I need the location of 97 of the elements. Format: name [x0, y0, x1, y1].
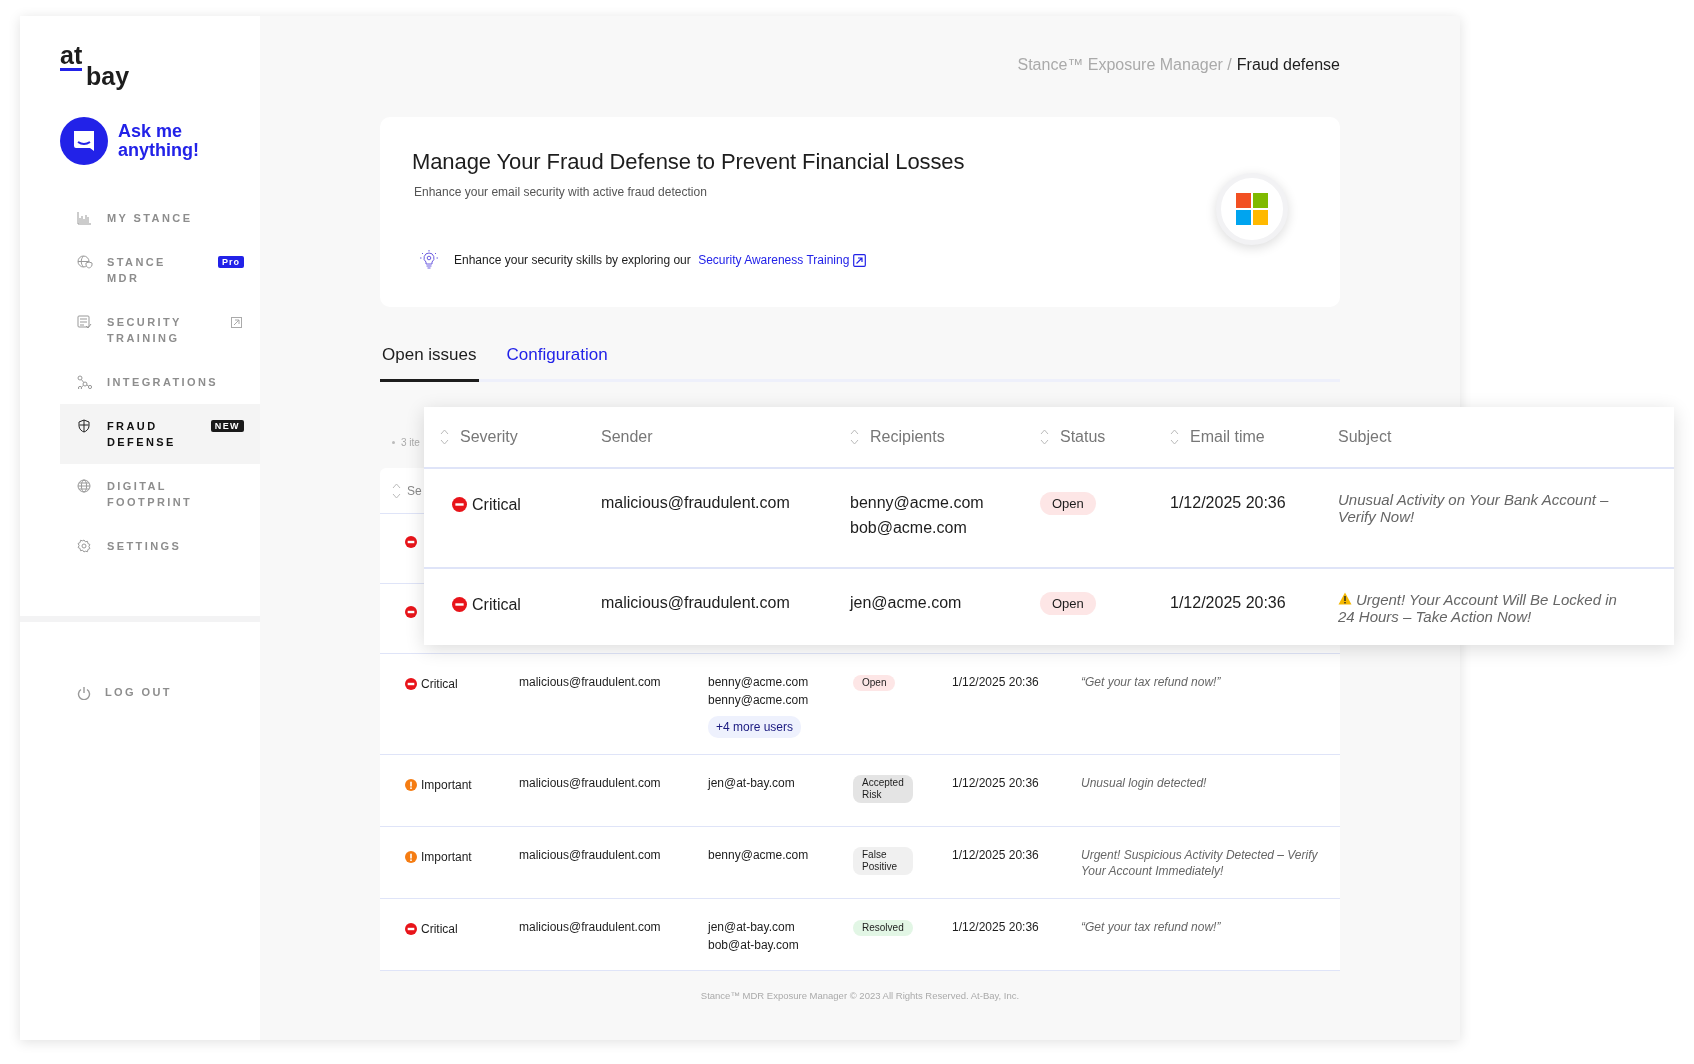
nodes-icon: [77, 375, 93, 389]
globe-icon: [77, 255, 93, 269]
sidebar-item-label: INTEGRATIONS: [107, 375, 219, 390]
sidebar-item-label: SETTINGS: [107, 539, 183, 554]
sidebar-item[interactable]: STANCE MDR Pro: [60, 240, 260, 300]
checklist-icon: [77, 315, 93, 329]
more-users-chip[interactable]: +4 more users: [708, 716, 802, 738]
sender-cell-text: malicious@fraudulent.com: [519, 919, 662, 935]
no-entry-icon: [405, 678, 417, 690]
tip-text: Enhance your security skills by exploring our Security Awareness Training: [454, 253, 867, 267]
severity-label: Critical: [421, 921, 458, 937]
recipient-email: benny@acme.com: [708, 847, 809, 863]
subject-cell-text: “Get your tax refund now!”: [1081, 674, 1222, 690]
recipient-email: bob@acme.com: [850, 518, 967, 538]
sidebar-item-label: MY STANCE: [107, 211, 194, 226]
subject-cell-text: Unusual login detected!: [1081, 775, 1208, 791]
sidebar-item-label: FRAUD DEFENSE: [107, 419, 177, 450]
recipient-email: benny@acme.com: [708, 674, 809, 690]
status-tag: Open: [853, 675, 896, 691]
status-tag: False Positive: [853, 847, 913, 875]
no-entry-icon: [405, 923, 417, 935]
email-time-cell-text: 1/12/2025 20:36: [952, 674, 1040, 690]
training-link[interactable]: Security Awareness Training: [698, 253, 867, 267]
sidebar-item[interactable]: FRAUD DEFENSE NEW: [60, 404, 260, 464]
sidebar-item[interactable]: DIGITAL FOOTPRINT: [60, 464, 260, 524]
shield-icon: [77, 419, 93, 433]
recipient-email: benny@acme.com: [708, 692, 809, 708]
external-link-icon: [853, 253, 867, 267]
column-header[interactable]: Email time: [1190, 428, 1265, 446]
sender-cell-text: malicious@fraudulent.com: [519, 775, 662, 791]
logo-text: at: [60, 44, 82, 71]
page-title: Manage Your Fraud Defense to Prevent Financial Losses: [412, 149, 965, 175]
chat-bubble-icon: [60, 117, 108, 165]
column-header[interactable]: Recipients: [870, 428, 945, 446]
subject-cell-text: Urgent! Suspicious Activity Detected – Verify Your Account Immediately!: [1081, 847, 1319, 879]
subject-cell-text: Urgent! Your Account Will Be Locked in 24 Hours – Take Action Now!: [1338, 591, 1618, 625]
email-time-cell-text: 1/12/2025 20:36: [952, 919, 1040, 935]
page-subtitle: Enhance your email security with active fraud detection: [414, 185, 708, 199]
sender-cell-text: malicious@fraudulent.com: [601, 493, 791, 513]
severity-label: Important: [421, 777, 472, 793]
status-tag: Open: [1040, 492, 1096, 515]
exclamation-icon: [405, 779, 417, 791]
email-time-cell-text: 1/12/2025 20:36: [952, 847, 1040, 863]
no-entry-icon: [405, 606, 417, 618]
sidebar-item-label: SECURITY TRAINING: [107, 315, 183, 346]
sort-icon: [392, 481, 401, 500]
sender-cell-text: malicious@fraudulent.com: [519, 847, 662, 863]
sidebar-item[interactable]: MY STANCE: [60, 196, 260, 240]
footer-text: Stance™ MDR Exposure Manager © 2023 All Rights Reserved. At-Bay, Inc.: [699, 990, 1021, 1001]
assistant-link[interactable]: Ask me anything!: [118, 122, 214, 160]
recipient-email: jen@at-bay.com: [708, 919, 795, 935]
settings-icon: [77, 539, 93, 553]
logo-text: bay: [86, 63, 131, 89]
email-time-cell-text: 1/12/2025 20:36: [952, 775, 1040, 791]
severity-label: Critical: [472, 595, 521, 615]
power-icon: [77, 685, 91, 700]
sender-cell-text: malicious@fraudulent.com: [601, 593, 791, 613]
logout-button[interactable]: LOG OUT: [60, 670, 260, 714]
column-header[interactable]: Subject: [1338, 428, 1392, 446]
recipient-email: jen@acme.com: [850, 593, 962, 613]
sidebar-item-label: STANCE MDR: [107, 255, 167, 286]
tab[interactable]: Open issues: [380, 345, 479, 382]
severity-label: Critical: [472, 495, 521, 515]
recipient-email: bob@at-bay.com: [708, 937, 799, 953]
no-entry-icon: [452, 597, 467, 612]
bar-chart-icon: [77, 211, 93, 225]
sidebar-item[interactable]: SECURITY TRAINING: [60, 300, 260, 360]
status-tag: Accepted Risk: [853, 775, 913, 803]
email-time-cell-text: 1/12/2025 20:36: [1170, 493, 1287, 513]
recipient-email: jen@at-bay.com: [708, 775, 795, 791]
status-tag: Open: [1040, 592, 1096, 615]
sender-cell-text: malicious@fraudulent.com: [519, 674, 662, 690]
severity-label: Important: [421, 849, 472, 865]
column-header[interactable]: Severity: [460, 428, 518, 446]
no-entry-icon: [405, 536, 417, 548]
logout-label: LOG OUT: [105, 685, 173, 700]
feature-badge: Pro: [218, 256, 244, 268]
breadcrumb-current: Fraud defense: [1236, 56, 1340, 74]
exclamation-icon: [405, 851, 417, 863]
tab[interactable]: Configuration: [504, 345, 610, 382]
email-time-cell-text: 1/12/2025 20:36: [1170, 593, 1287, 613]
column-header[interactable]: Sender: [601, 428, 653, 446]
column-header[interactable]: Status: [1060, 428, 1106, 446]
recipient-email: benny@acme.com: [850, 493, 984, 513]
no-entry-icon: [452, 497, 467, 512]
four-squares-logo-icon: [1236, 193, 1268, 225]
subject-cell-text: “Get your tax refund now!”: [1081, 919, 1222, 935]
globe-icon: [77, 479, 93, 493]
subject-cell-text: Unusual Activity on Your Bank Account – Verify Now!: [1338, 491, 1610, 525]
sidebar-item-label: DIGITAL FOOTPRINT: [107, 479, 194, 510]
feature-badge: NEW: [210, 420, 244, 432]
sidebar-item[interactable]: SETTINGS: [60, 524, 260, 568]
sidebar-item[interactable]: INTEGRATIONS: [60, 360, 260, 404]
column-header: Se: [407, 483, 422, 498]
lightbulb-icon: [420, 250, 438, 270]
status-tag: Resolved: [853, 920, 913, 936]
severity-label: Critical: [421, 676, 458, 692]
